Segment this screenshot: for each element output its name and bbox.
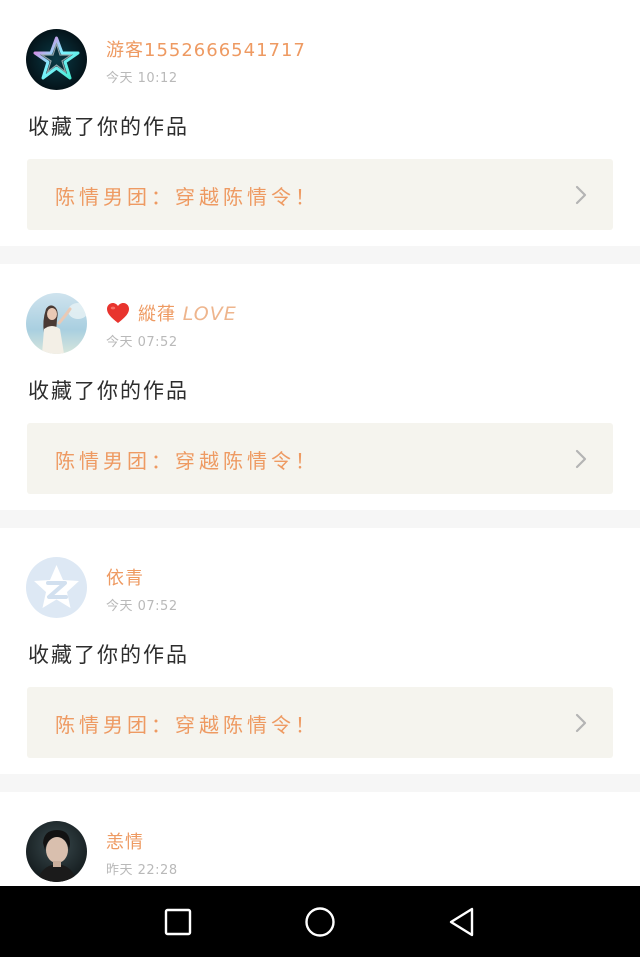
home-button[interactable] — [302, 904, 338, 940]
work-title: 陈情男团：穿越陈情令！ — [55, 185, 319, 209]
username-suffix: LOVE — [182, 303, 237, 325]
username-text: 縱葎 — [138, 304, 176, 325]
username-row: 游客1552666541717 — [106, 36, 306, 62]
user-avatar[interactable] — [26, 557, 87, 618]
recents-square-icon — [164, 908, 192, 936]
activity-message: 收藏了你的作品 — [28, 115, 189, 139]
notification-card: 恙情 昨天 22:28 — [0, 792, 640, 886]
timestamp: 今天 07:52 — [106, 335, 178, 350]
work-title: 陈情男团：穿越陈情令！ — [55, 713, 319, 737]
timestamp: 今天 07:52 — [106, 599, 178, 614]
activity-message: 收藏了你的作品 — [28, 643, 189, 667]
chevron-right-icon — [575, 713, 587, 733]
work-link[interactable]: 陈情男团：穿越陈情令！ — [27, 687, 613, 758]
username-row: 依青 — [106, 564, 144, 590]
man-photo-avatar-icon — [26, 821, 87, 882]
recents-button[interactable] — [160, 904, 196, 940]
notification-feed[interactable]: 游客1552666541717 今天 10:12 收藏了你的作品 陈情男团：穿越… — [0, 0, 640, 886]
back-button[interactable] — [444, 904, 480, 940]
work-link[interactable]: 陈情男团：穿越陈情令！ — [27, 423, 613, 494]
user-avatar[interactable] — [26, 293, 87, 354]
username[interactable]: 縱葎 LOVE — [138, 300, 237, 326]
girl-photo-avatar-icon — [26, 293, 87, 354]
username-row: 恙情 — [106, 828, 144, 854]
username[interactable]: 游客1552666541717 — [106, 36, 306, 62]
card-divider — [0, 246, 640, 264]
activity-message: 收藏了你的作品 — [28, 379, 189, 403]
notification-card: 游客1552666541717 今天 10:12 收藏了你的作品 陈情男团：穿越… — [0, 0, 640, 246]
username-row: 縱葎 LOVE — [106, 300, 237, 326]
back-triangle-icon — [449, 907, 474, 937]
timestamp: 今天 10:12 — [106, 71, 178, 86]
app-viewport: 游客1552666541717 今天 10:12 收藏了你的作品 陈情男团：穿越… — [0, 0, 640, 957]
chevron-right-icon — [575, 449, 587, 469]
notification-card: 依青 今天 07:52 收藏了你的作品 陈情男团：穿越陈情令！ — [0, 528, 640, 774]
card-divider — [0, 774, 640, 792]
home-circle-icon — [305, 907, 335, 937]
user-avatar[interactable] — [26, 29, 87, 90]
username[interactable]: 恙情 — [106, 828, 144, 854]
work-link[interactable]: 陈情男团：穿越陈情令！ — [27, 159, 613, 230]
system-navigation-bar — [0, 886, 640, 957]
username[interactable]: 依青 — [106, 564, 144, 590]
notification-card: 縱葎 LOVE 今天 07:52 收藏了你的作品 陈情男团：穿越陈情令！ — [0, 264, 640, 510]
default-z-avatar-icon — [26, 557, 87, 618]
card-divider — [0, 510, 640, 528]
neon-star-avatar-icon — [26, 29, 87, 90]
work-title: 陈情男团：穿越陈情令！ — [55, 449, 319, 473]
timestamp: 昨天 22:28 — [106, 863, 178, 878]
user-avatar[interactable] — [26, 821, 87, 882]
chevron-right-icon — [575, 185, 587, 205]
heart-icon — [107, 303, 129, 323]
